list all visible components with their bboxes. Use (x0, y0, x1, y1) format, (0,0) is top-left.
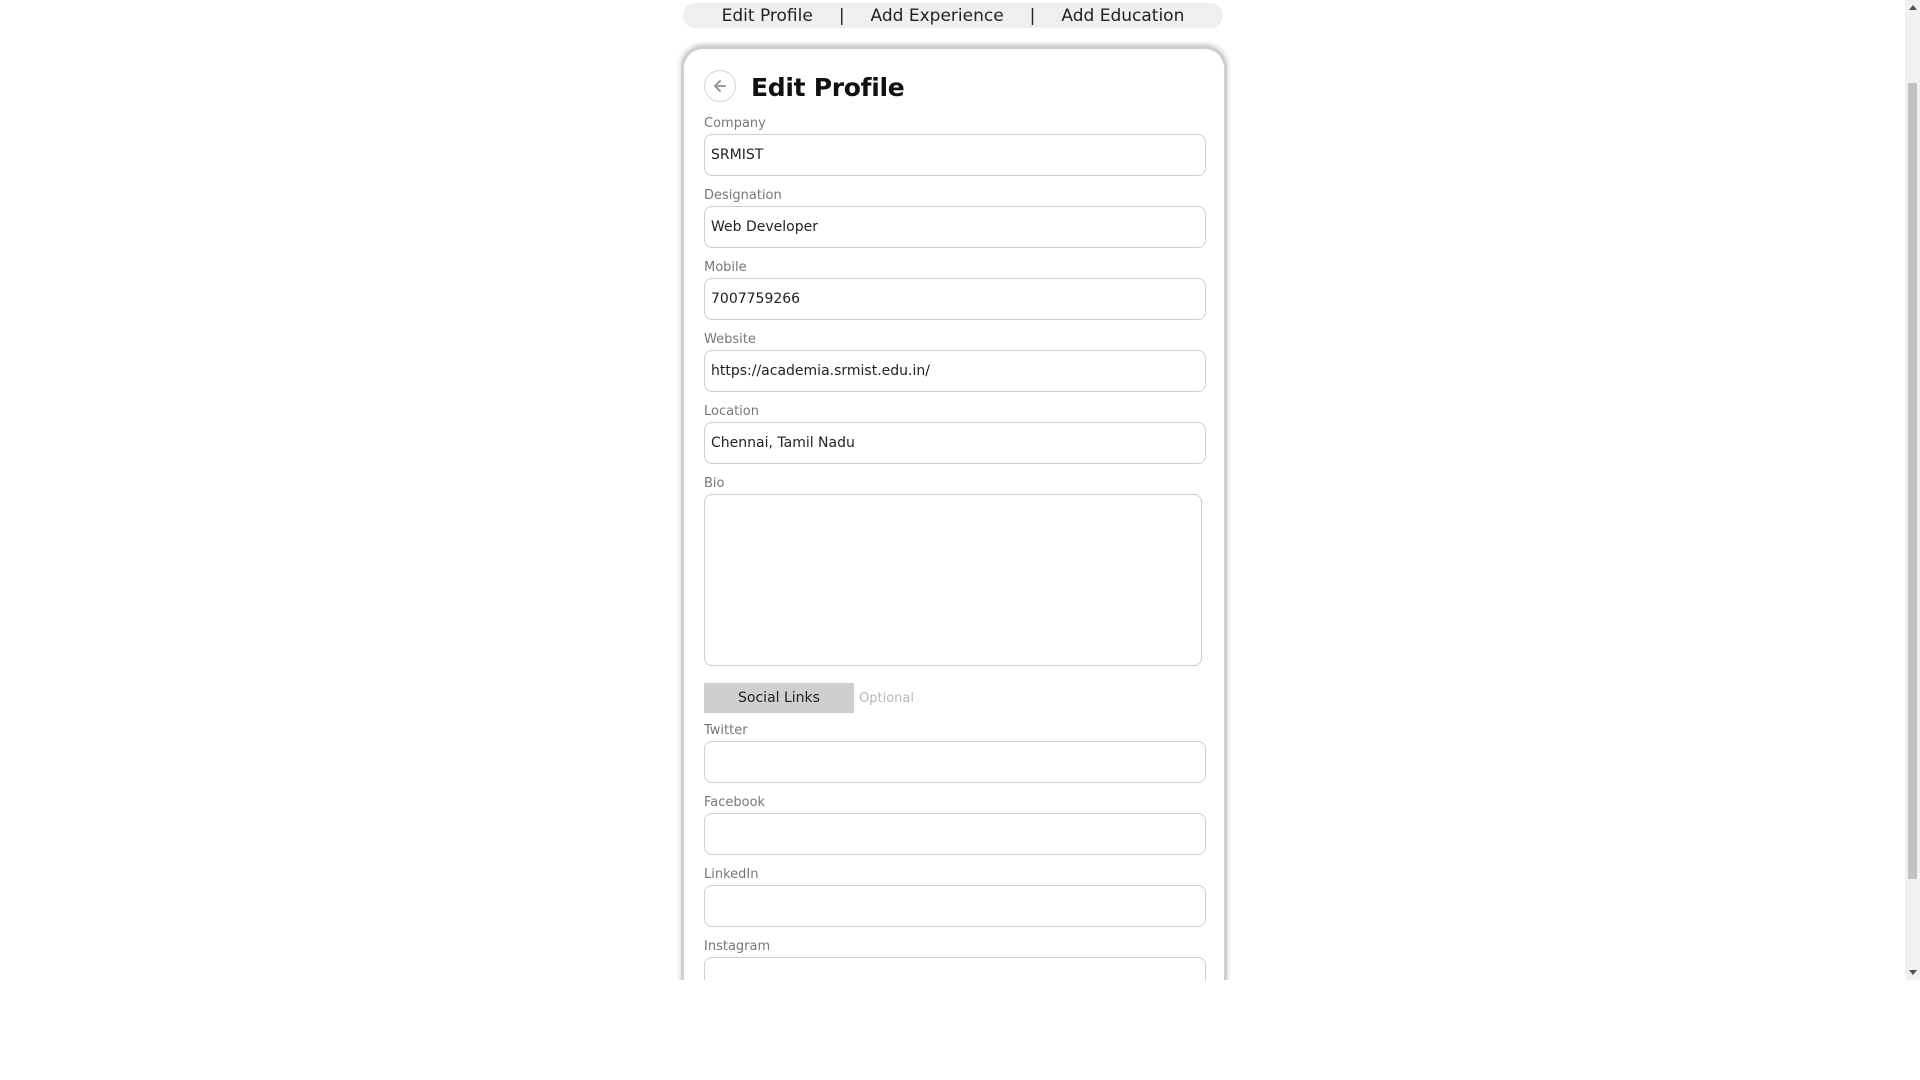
optional-label: Optional (859, 690, 914, 706)
card-header: Edit Profile (704, 69, 905, 102)
twitter-label: Twitter (704, 723, 748, 738)
website-group: Website (704, 332, 1206, 392)
mobile-label: Mobile (704, 260, 747, 275)
nav-edit-profile[interactable]: Edit Profile (716, 6, 819, 26)
company-group: Company (704, 116, 1206, 176)
bio-textarea[interactable] (704, 494, 1202, 666)
scroll-up-arrow-icon[interactable] (1905, 0, 1920, 15)
linkedin-input[interactable] (704, 885, 1206, 927)
vertical-scrollbar[interactable] (1905, 0, 1920, 980)
nav-add-education[interactable]: Add Education (1055, 6, 1190, 26)
mobile-input[interactable] (704, 278, 1206, 320)
nav-separator: | (1029, 5, 1036, 26)
bio-label: Bio (704, 476, 725, 491)
social-links-row: Social Links Optional (704, 683, 914, 713)
website-label: Website (704, 332, 756, 347)
scroll-down-arrow-icon[interactable] (1905, 965, 1920, 980)
edit-profile-card: Edit Profile Company Designation Mobile … (681, 46, 1227, 980)
page-title: Edit Profile (751, 73, 905, 102)
page-viewport: Edit Profile | Add Experience | Add Educ… (0, 0, 1905, 980)
location-group: Location (704, 404, 1206, 464)
facebook-group: Facebook (704, 795, 1206, 855)
nav-add-experience[interactable]: Add Experience (865, 6, 1010, 26)
arrow-left-icon (714, 79, 726, 92)
designation-input[interactable] (704, 206, 1206, 248)
blank-area (0, 980, 1920, 1080)
location-label: Location (704, 404, 759, 419)
twitter-input[interactable] (704, 741, 1206, 783)
website-input[interactable] (704, 350, 1206, 392)
designation-group: Designation (704, 188, 1206, 248)
twitter-group: Twitter (704, 723, 1206, 783)
back-button[interactable] (704, 69, 736, 102)
social-links-button[interactable]: Social Links (704, 683, 854, 713)
nav-separator: | (838, 5, 845, 26)
instagram-label: Instagram (704, 939, 771, 954)
linkedin-group: LinkedIn (704, 867, 1206, 927)
instagram-input[interactable] (704, 957, 1206, 980)
mobile-group: Mobile (704, 260, 1206, 320)
location-input[interactable] (704, 422, 1206, 464)
facebook-label: Facebook (704, 795, 766, 810)
company-input[interactable] (704, 134, 1206, 176)
scrollbar-thumb[interactable] (1908, 83, 1917, 879)
linkedin-label: LinkedIn (704, 867, 759, 882)
designation-label: Designation (704, 188, 782, 203)
facebook-input[interactable] (704, 813, 1206, 855)
bio-group: Bio (704, 476, 1206, 666)
instagram-group: Instagram (704, 939, 1206, 980)
company-label: Company (704, 116, 766, 131)
top-nav: Edit Profile | Add Experience | Add Educ… (683, 3, 1223, 28)
